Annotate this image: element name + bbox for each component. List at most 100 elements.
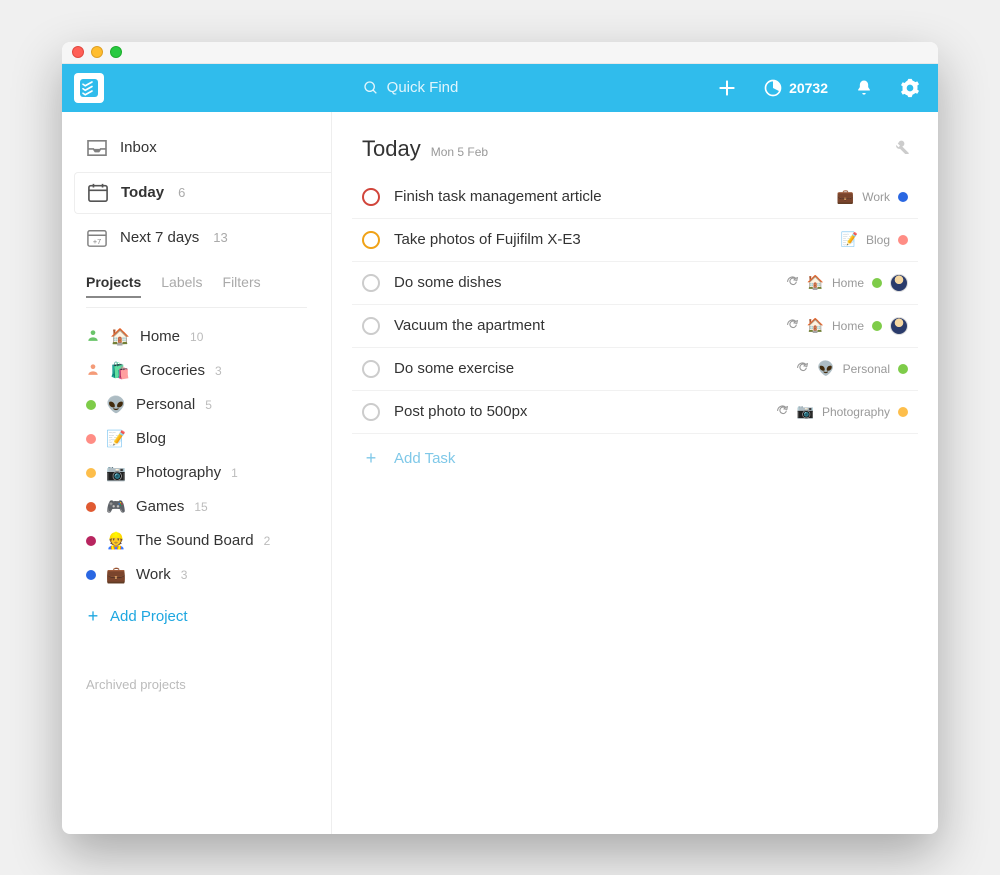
task-checkbox[interactable] [362, 317, 380, 335]
task-title: Take photos of Fujifilm X-E3 [394, 231, 827, 248]
archived-projects-link[interactable]: Archived projects [62, 637, 331, 692]
recurring-icon [786, 275, 799, 291]
recurring-icon [796, 361, 809, 377]
project-color-dot [86, 434, 96, 444]
task-row[interactable]: Do some dishes 🏠 Home [352, 262, 918, 305]
tab-labels[interactable]: Labels [161, 274, 202, 298]
app-header: Quick Find 20732 [62, 64, 938, 112]
app-body: Inbox Today 6 +7 Next 7 days 13 Projects… [62, 112, 938, 834]
task-row[interactable]: Take photos of Fujifilm X-E3 📝Blog [352, 219, 918, 262]
page-title: Today [362, 136, 421, 162]
settings-button[interactable] [900, 78, 920, 98]
project-name: The Sound Board [136, 532, 254, 549]
task-project-name: Photography [822, 405, 890, 419]
project-item[interactable]: 💼Work3 [62, 558, 331, 592]
task-project-emoji: 📝 [841, 231, 858, 248]
project-count: 3 [181, 568, 188, 582]
task-row[interactable]: Vacuum the apartment 🏠Home [352, 305, 918, 348]
search-icon [363, 80, 379, 96]
task-checkbox[interactable] [362, 403, 380, 421]
project-color-dot [86, 468, 96, 478]
tab-filters[interactable]: Filters [223, 274, 261, 298]
add-task-label: Add Task [394, 450, 455, 467]
task-project-dot [898, 192, 908, 202]
view-options-button[interactable] [894, 136, 912, 159]
task-meta: 🏠 Home [786, 274, 908, 292]
task-project-dot [898, 235, 908, 245]
project-count: 3 [215, 364, 222, 378]
project-item[interactable]: 👽Personal5 [62, 388, 331, 422]
search-placeholder: Quick Find [387, 79, 459, 96]
sidebar-item-next7days[interactable]: +7 Next 7 days 13 [62, 218, 331, 258]
task-project-name: Personal [843, 362, 890, 376]
task-meta: 📝Blog [841, 231, 908, 248]
task-title: Do some exercise [394, 360, 782, 377]
task-meta: 💼Work [837, 188, 908, 205]
task-project-name: Work [862, 190, 890, 204]
task-meta: 📷Photography [776, 403, 909, 420]
project-color-dot [86, 502, 96, 512]
assignee-avatar [890, 317, 908, 335]
karma-button[interactable]: 20732 [763, 78, 828, 98]
window-zoom-button[interactable] [110, 46, 122, 58]
task-meta: 👽Personal [796, 360, 908, 377]
task-project-name: Home [832, 276, 864, 290]
task-title: Post photo to 500px [394, 403, 762, 420]
project-item[interactable]: 📝Blog [62, 422, 331, 456]
task-project-dot [898, 407, 908, 417]
project-emoji: 💼 [106, 565, 126, 585]
task-row[interactable]: Do some exercise 👽Personal [352, 348, 918, 391]
search-area[interactable]: Quick Find [104, 79, 717, 96]
task-checkbox[interactable] [362, 231, 380, 249]
add-task-button[interactable]: + Add Task [352, 434, 918, 483]
project-count: 2 [264, 534, 271, 548]
window-minimize-button[interactable] [91, 46, 103, 58]
task-list: Finish task management article 💼Work Take … [352, 176, 918, 434]
project-item[interactable]: 🛍️Groceries3 [62, 354, 331, 388]
project-name: Blog [136, 430, 166, 447]
task-checkbox[interactable] [362, 188, 380, 206]
project-count: 10 [190, 330, 203, 344]
task-title: Do some dishes [394, 274, 772, 291]
shared-icon [86, 362, 100, 379]
add-project-button[interactable]: + Add Project [62, 596, 331, 637]
project-count: 5 [205, 398, 212, 412]
notifications-button[interactable] [854, 78, 874, 98]
project-count: 1 [231, 466, 238, 480]
project-item[interactable]: 🎮Games15 [62, 490, 331, 524]
recurring-icon [776, 404, 789, 420]
project-item[interactable]: 👷The Sound Board2 [62, 524, 331, 558]
task-row[interactable]: Post photo to 500px 📷Photography [352, 391, 918, 434]
todoist-logo-icon [80, 79, 98, 97]
gear-icon [900, 78, 920, 98]
karma-icon [763, 78, 783, 98]
tab-projects[interactable]: Projects [86, 274, 141, 298]
task-title: Vacuum the apartment [394, 317, 772, 334]
sidebar-item-inbox[interactable]: Inbox [62, 128, 331, 168]
task-title: Finish task management article [394, 188, 823, 205]
nav-label: Today [121, 184, 164, 201]
task-meta: 🏠Home [786, 317, 908, 335]
sidebar-item-today[interactable]: Today 6 [74, 172, 331, 214]
window-close-button[interactable] [72, 46, 84, 58]
nav-label: Inbox [120, 139, 157, 156]
app-window: Quick Find 20732 [62, 42, 938, 834]
project-name: Personal [136, 396, 195, 413]
task-project-emoji: 🏠 [807, 274, 824, 291]
app-logo[interactable] [74, 73, 104, 103]
project-emoji: 📷 [106, 463, 126, 483]
project-item[interactable]: 🏠Home10 [62, 320, 331, 354]
karma-count: 20732 [789, 80, 828, 96]
project-list: 🏠Home10🛍️Groceries3👽Personal5📝Blog📷Photo… [62, 316, 331, 596]
task-row[interactable]: Finish task management article 💼Work [352, 176, 918, 219]
project-item[interactable]: 📷Photography1 [62, 456, 331, 490]
quick-add-button[interactable] [717, 78, 737, 98]
inbox-icon [86, 138, 108, 158]
task-checkbox[interactable] [362, 360, 380, 378]
task-checkbox[interactable] [362, 274, 380, 292]
project-name: Home [140, 328, 180, 345]
recurring-icon [786, 318, 799, 334]
svg-text:+7: +7 [93, 236, 101, 245]
calendar-today-icon [87, 183, 109, 203]
shared-icon [86, 328, 100, 345]
